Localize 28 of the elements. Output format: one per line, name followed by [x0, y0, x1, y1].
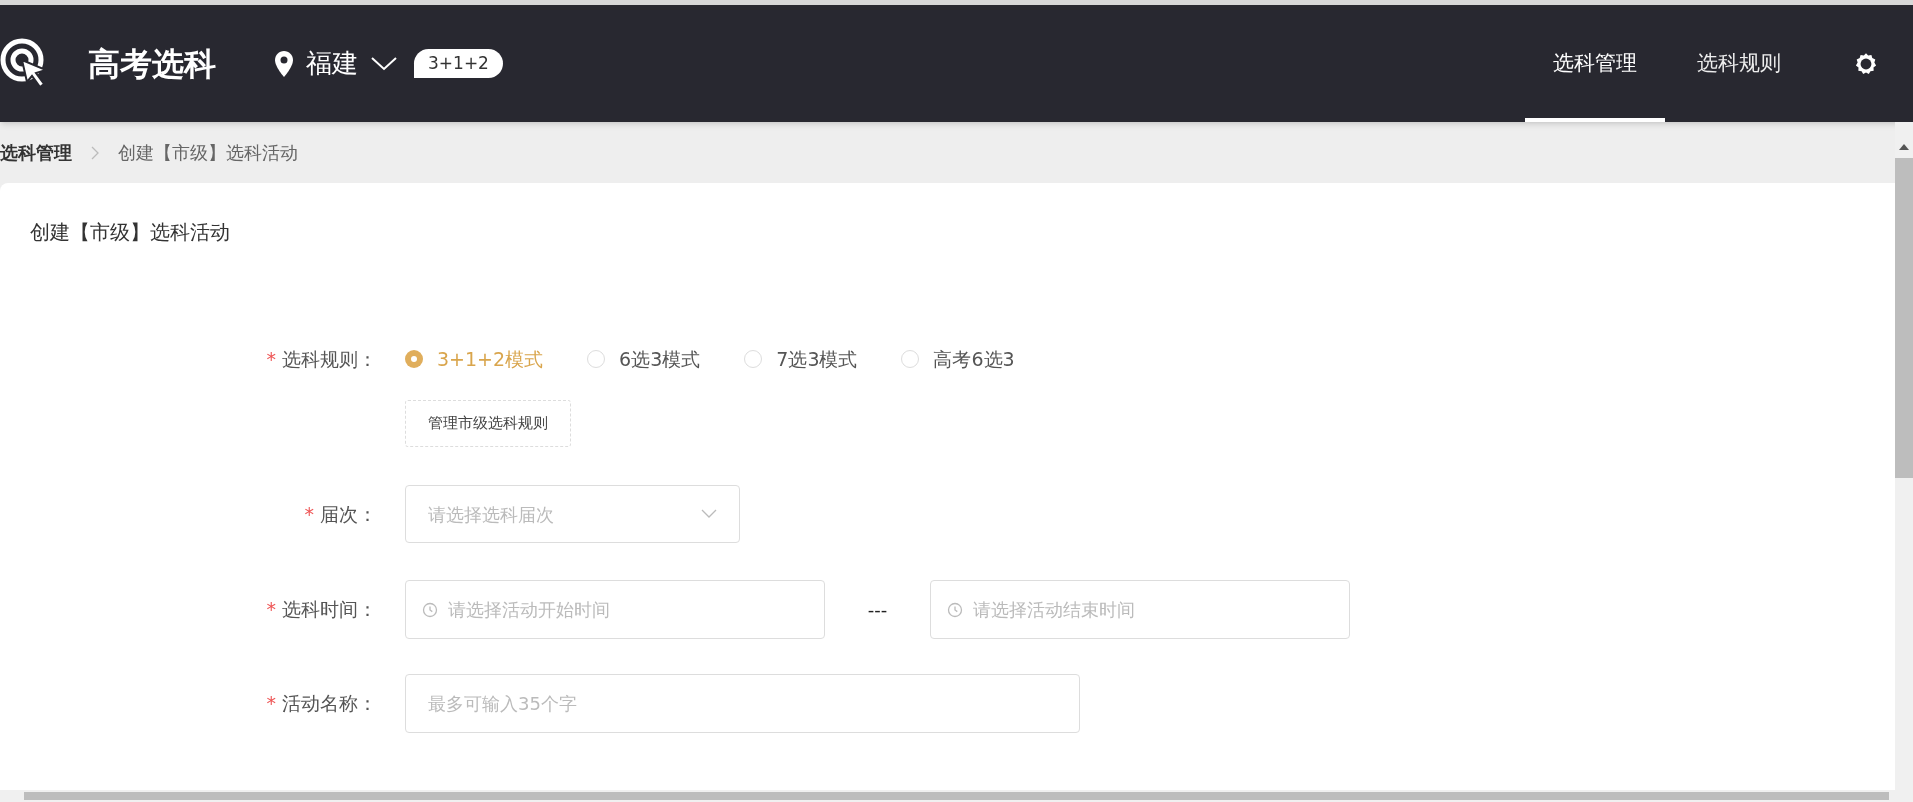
- nav-tab[interactable]: 选科规则: [1669, 5, 1809, 122]
- field-label: 选科规则：: [282, 346, 377, 372]
- clock-icon: [422, 601, 438, 618]
- required-mark: *: [266, 691, 276, 717]
- mode-badge: 3+1+2: [414, 48, 503, 79]
- chevron-right-icon: [90, 144, 100, 161]
- field-label: 活动名称：: [282, 691, 377, 717]
- radio-option[interactable]: 6选3模式: [587, 344, 701, 374]
- radio-option[interactable]: 高考6选3: [901, 344, 1015, 374]
- required-mark: *: [266, 346, 276, 372]
- nav-tab[interactable]: 选科管理: [1525, 5, 1665, 122]
- required-mark: *: [266, 597, 276, 623]
- breadcrumb-link[interactable]: 选科管理: [0, 139, 72, 166]
- breadcrumb-current: 创建【市级】选科活动: [118, 141, 298, 165]
- chevron-down-icon: [701, 509, 717, 519]
- card-title: 创建【市级】选科活动: [30, 219, 230, 246]
- manage-rules-button[interactable]: 管理市级选科规则: [405, 400, 571, 447]
- field-label: 届次：: [320, 501, 377, 527]
- map-pin-icon: [274, 49, 294, 78]
- range-separator: ---: [866, 598, 889, 622]
- radio-option[interactable]: 7选3模式: [744, 344, 858, 374]
- activity-name-input[interactable]: 最多可输入35个字: [405, 674, 1080, 733]
- location-selector[interactable]: 福建: [274, 44, 398, 83]
- clock-icon: [947, 601, 963, 618]
- chevron-down-icon: [370, 55, 398, 72]
- app-title: 高考选科: [88, 43, 216, 85]
- required-mark: *: [304, 501, 314, 527]
- field-label: 选科时间：: [282, 597, 377, 623]
